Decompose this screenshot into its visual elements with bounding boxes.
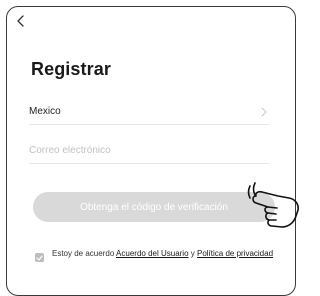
agreement-text: Estoy de acuerdo Acuerdo del Usuario y P…	[52, 248, 273, 259]
agreement-prefix: Estoy de acuerdo	[52, 249, 117, 258]
privacy-policy-link[interactable]: Política de privacidad	[197, 249, 273, 258]
agreement-checkbox[interactable]	[35, 253, 44, 262]
back-button[interactable]	[13, 15, 29, 31]
page-title: Registrar	[31, 59, 111, 79]
user-agreement-link[interactable]: Acuerdo del Usuario	[116, 249, 188, 258]
checkmark-icon	[36, 254, 43, 261]
email-field-container	[29, 138, 269, 164]
pointing-hand-icon	[247, 182, 299, 228]
get-verification-code-button[interactable]: Obtenga el código de verificación	[33, 192, 275, 222]
phone-screen: Registrar Mexico Obtenga el código de ve…	[6, 6, 296, 296]
agreement-conjunction: y	[188, 249, 197, 258]
country-value: Mexico	[29, 106, 61, 117]
agreement-row: Estoy de acuerdo Acuerdo del Usuario y P…	[35, 248, 275, 262]
country-selector[interactable]: Mexico	[29, 99, 269, 125]
chevron-right-icon	[259, 107, 269, 117]
email-field[interactable]	[29, 145, 269, 156]
chevron-left-icon	[16, 14, 26, 32]
